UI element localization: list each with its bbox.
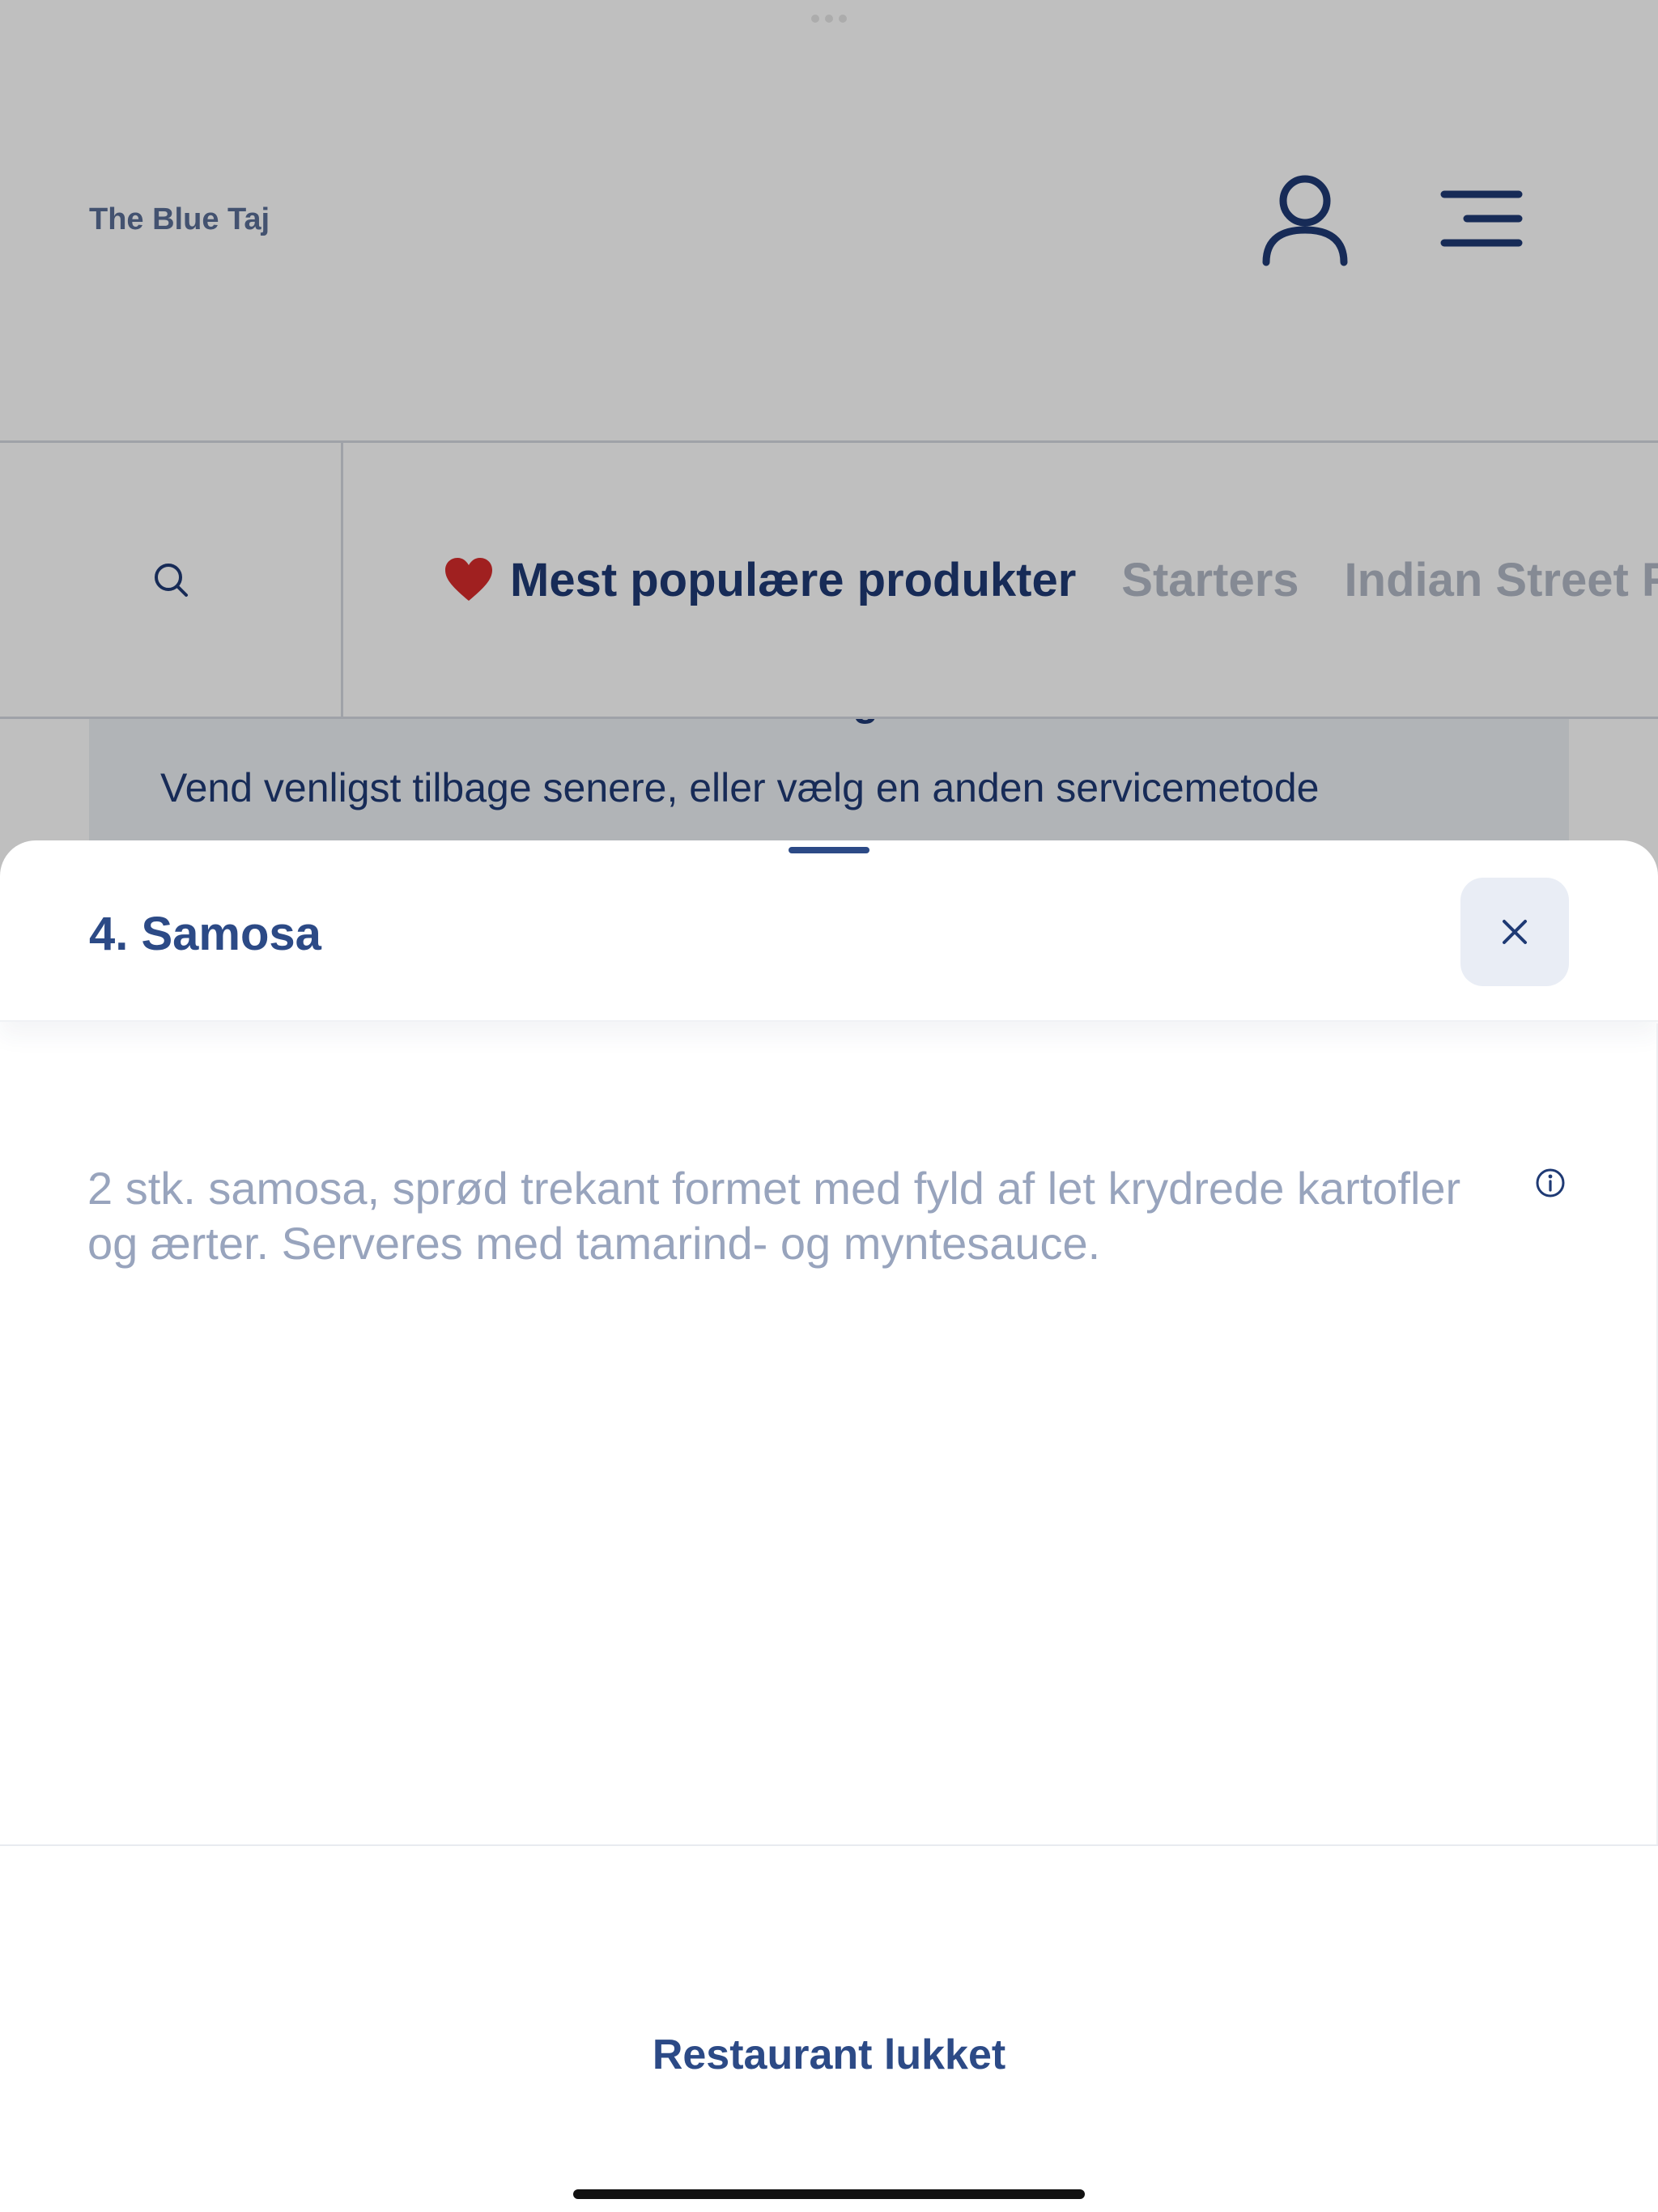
app-screen: The Blue Taj Mest populære produkter Sta…: [0, 0, 1658, 2212]
sheet-header: 4. Samosa: [0, 840, 1658, 1022]
modal-backdrop[interactable]: [0, 0, 1658, 891]
home-indicator[interactable]: [573, 2189, 1085, 2199]
product-sheet: 4. Samosa 2 stk. samosa, sprød trekant f…: [0, 840, 1658, 2212]
close-button[interactable]: [1460, 878, 1569, 986]
sheet-footer: Restaurant lukket: [0, 1844, 1658, 2212]
sheet-body: 2 stk. samosa, sprød trekant formet med …: [0, 1023, 1658, 1844]
restaurant-closed-label: Restaurant lukket: [652, 2031, 1006, 2078]
sheet-grabber[interactable]: [789, 847, 869, 853]
close-icon: [1503, 920, 1527, 944]
allergen-info-button[interactable]: [1535, 1168, 1566, 1198]
product-title: 4. Samosa: [89, 908, 321, 960]
info-icon: [1536, 1168, 1565, 1197]
product-description: 2 stk. samosa, sprød trekant formet med …: [87, 1163, 1461, 1269]
